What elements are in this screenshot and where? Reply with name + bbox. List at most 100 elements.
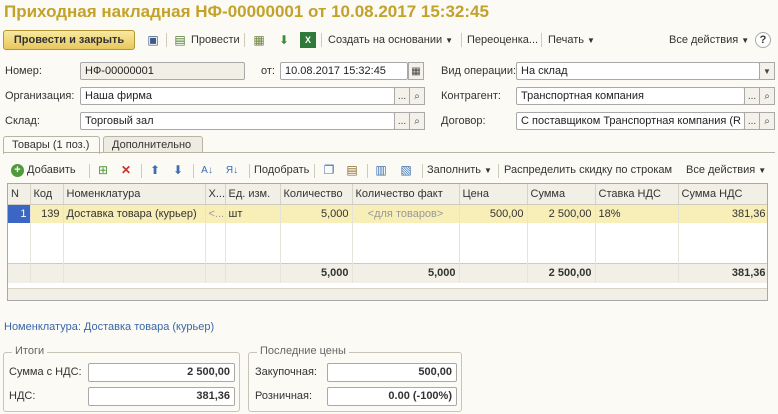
column-header[interactable]: N	[8, 184, 31, 205]
cell-sum[interactable]: 2 500,00	[527, 204, 596, 223]
save-button[interactable]: ▣	[145, 28, 164, 52]
footer-cell	[225, 262, 281, 283]
retail-price-label: Розничная:	[255, 390, 313, 402]
organization-field[interactable]: Наша фирма	[80, 87, 395, 105]
grid-all-actions-menu[interactable]: Все действия ▼	[686, 159, 766, 181]
move-up-button[interactable]: ⬆	[147, 159, 166, 181]
distribute-discount-button[interactable]: Распределить скидку по строкам	[504, 159, 672, 181]
sum-with-vat-label: Сумма с НДС:	[9, 366, 82, 378]
contract-open-button[interactable]: ⌕	[759, 112, 775, 130]
pick-button[interactable]: Подобрать	[254, 159, 309, 181]
toolbar-separator	[321, 33, 322, 47]
import-button[interactable]: ▥	[373, 159, 392, 181]
operation-select[interactable]: На склад	[516, 62, 760, 80]
totals-group: Итоги Сумма с НДС: 2 500,00 НДС: 381,36	[3, 345, 240, 412]
tab-additional[interactable]: Дополнительно	[103, 136, 203, 153]
delete-row-button[interactable]: ✕	[118, 159, 137, 181]
footer-cell	[8, 262, 31, 283]
copy-button[interactable]: ❐	[321, 159, 340, 181]
footer-cell	[30, 262, 64, 283]
create-based-on-menu[interactable]: Создать на основании ▼	[328, 28, 453, 52]
sort-asc-button[interactable]: A↓	[199, 159, 218, 181]
toolbar-separator	[193, 164, 194, 178]
date-label: от:	[261, 65, 275, 77]
sort-asc-icon: A↓	[201, 164, 213, 176]
search-icon: ⌕	[764, 90, 770, 102]
cell-characteristic[interactable]: <...	[205, 204, 226, 223]
table-row[interactable]: 1 139 Доставка товара (курьер) <... шт 5…	[8, 204, 767, 223]
contractor-label: Контрагент:	[441, 90, 501, 102]
footer-vat-total: 381,36	[678, 262, 767, 283]
cell-nomenclature[interactable]: Доставка товара (курьер)	[63, 204, 206, 223]
calendar-button[interactable]: ▦	[408, 62, 424, 80]
post-and-close-button[interactable]: Провести и закрыть	[3, 30, 135, 50]
warehouse-select-button[interactable]: ...	[394, 112, 410, 130]
column-header[interactable]: Сумма НДС	[678, 184, 767, 205]
footer-quantity-total: 5,000	[280, 262, 353, 283]
cell-actual-quantity[interactable]: <для товаров>	[352, 204, 460, 223]
column-header[interactable]: Х...	[205, 184, 226, 205]
cell-unit[interactable]: шт	[225, 204, 281, 223]
download-button[interactable]: ⬇	[276, 28, 295, 52]
post-button[interactable]: ▤ Провести	[172, 28, 239, 52]
chevron-down-icon: ▼	[587, 35, 595, 45]
all-actions-menu[interactable]: Все действия ▼	[669, 28, 749, 52]
contractor-field[interactable]: Транспортная компания	[516, 87, 745, 105]
operation-dropdown-button[interactable]: ▼	[759, 62, 775, 80]
column-header[interactable]: Количество	[280, 184, 353, 205]
contractor-open-button[interactable]: ⌕	[759, 87, 775, 105]
cell-vat-rate[interactable]: 18%	[595, 204, 679, 223]
delete-icon: ✕	[120, 163, 132, 177]
footer-cell	[205, 262, 226, 283]
contractor-select-button[interactable]: ...	[744, 87, 760, 105]
form-toolbar: Провести и закрыть ▣ ▤ Провести ▦ ⬇ X Соз…	[0, 28, 778, 53]
organization-select-button[interactable]: ...	[394, 87, 410, 105]
column-header[interactable]: Номенклатура	[63, 184, 206, 205]
cell-number[interactable]: 1	[8, 204, 31, 223]
create-based-on-label: Создать на основании	[328, 34, 443, 46]
warehouse-field[interactable]: Торговый зал	[80, 112, 395, 130]
goods-table: N Код Номенклатура Х... Ед. изм. Количес…	[7, 183, 768, 301]
export-button[interactable]: ▧	[398, 159, 417, 181]
toolbar-separator	[314, 164, 315, 178]
cell-price[interactable]: 500,00	[459, 204, 528, 223]
date-field[interactable]: 10.08.2017 15:32:45	[280, 62, 408, 80]
toolbar-separator	[367, 164, 368, 178]
number-field[interactable]: НФ-00000001	[80, 62, 245, 80]
revalue-button[interactable]: Переоценка...	[467, 28, 538, 52]
print-menu[interactable]: Печать ▼	[548, 28, 595, 52]
contract-select-button[interactable]: ...	[744, 112, 760, 130]
sort-desc-button[interactable]: Я↓	[224, 159, 243, 181]
column-header[interactable]: Код	[30, 184, 64, 205]
number-label: Номер:	[5, 65, 42, 77]
excel-button[interactable]: X	[300, 28, 319, 52]
column-header[interactable]: Количество факт	[352, 184, 460, 205]
report-icon: ▦	[253, 33, 265, 47]
toolbar-separator	[166, 33, 167, 47]
grid-toolbar: + Добавить ⊞ ✕ ⬆ ⬇ A↓ Я↓ Подобрать ❐ ▤ ▥ …	[3, 159, 775, 181]
horizontal-scrollbar[interactable]	[8, 288, 767, 300]
help-button[interactable]: ?	[755, 32, 771, 48]
totals-group-title: Итоги	[12, 345, 48, 357]
move-down-button[interactable]: ⬇	[170, 159, 189, 181]
column-header[interactable]: Цена	[459, 184, 528, 205]
footer-cell	[63, 262, 206, 283]
fill-menu[interactable]: Заполнить ▼	[427, 159, 492, 181]
cell-quantity[interactable]: 5,000	[280, 204, 353, 223]
warehouse-open-button[interactable]: ⌕	[409, 112, 425, 130]
tab-panel-border	[3, 152, 775, 153]
organization-open-button[interactable]: ⌕	[409, 87, 425, 105]
paste-button[interactable]: ▤	[344, 159, 363, 181]
search-icon: ⌕	[414, 90, 420, 102]
column-header[interactable]: Ед. изм.	[225, 184, 281, 205]
column-header[interactable]: Ставка НДС	[595, 184, 679, 205]
add-row-button[interactable]: + Добавить	[11, 159, 76, 181]
column-header[interactable]: Сумма	[527, 184, 596, 205]
cell-vat-sum[interactable]: 381,36	[678, 204, 767, 223]
report-button[interactable]: ▦	[251, 28, 270, 52]
copy-row-button[interactable]: ⊞	[95, 159, 114, 181]
contract-field[interactable]: С поставщиком Транспортная компания (R	[516, 112, 745, 130]
cell-code[interactable]: 139	[30, 204, 64, 223]
organization-label: Организация:	[5, 90, 75, 102]
add-row-label: Добавить	[27, 164, 76, 176]
